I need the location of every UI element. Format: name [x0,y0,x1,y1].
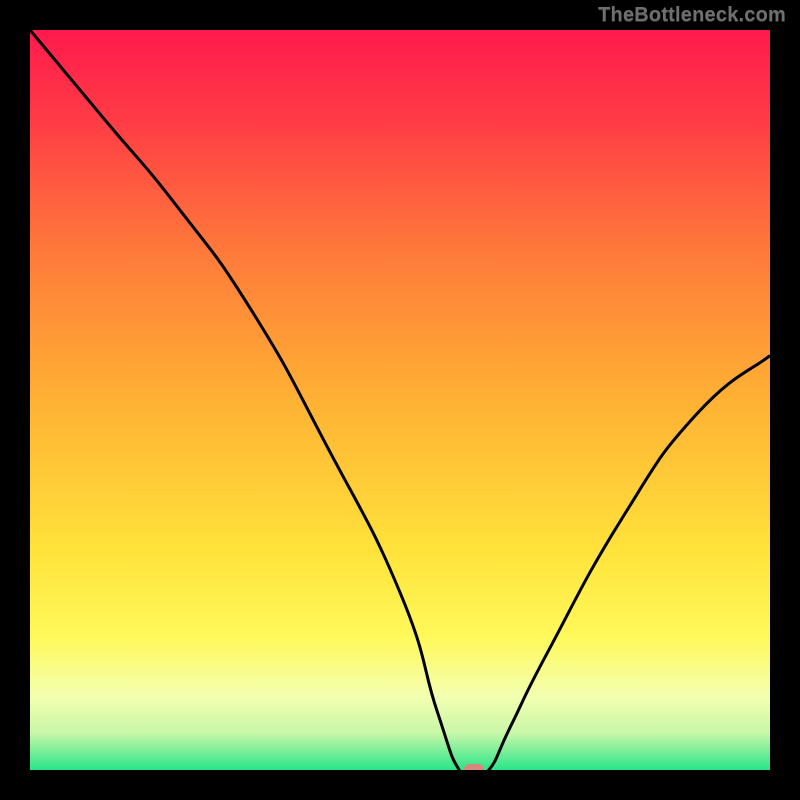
optimal-marker [464,764,484,770]
gradient-background [30,30,770,770]
plot-area [30,30,770,770]
chart-svg [30,30,770,770]
watermark-text: TheBottleneck.com [598,4,786,27]
chart-container: TheBottleneck.com [0,0,800,800]
